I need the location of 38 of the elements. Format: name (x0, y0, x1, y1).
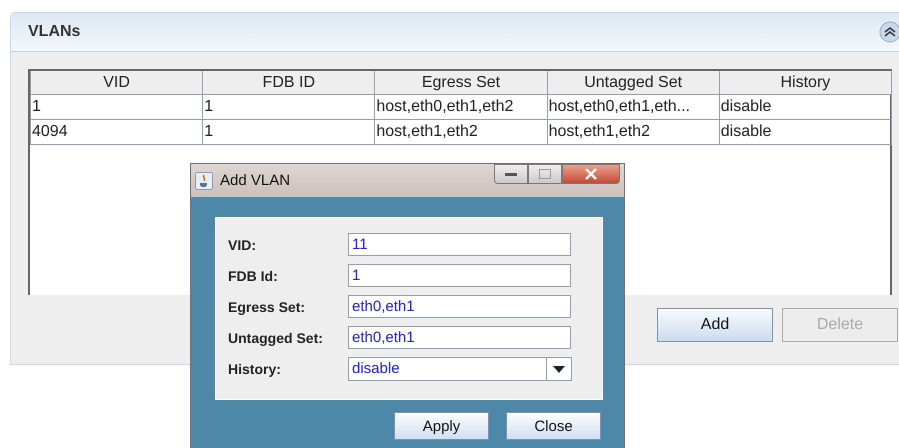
table-cell: 4094 (30, 120, 203, 144)
table-cell: 1 (202, 120, 375, 144)
close-icon (584, 168, 598, 180)
minimize-icon (505, 172, 517, 176)
input-field[interactable]: 1 (348, 264, 571, 287)
add-button[interactable]: Add (657, 308, 773, 342)
column-header[interactable]: History (719, 71, 892, 94)
apply-button[interactable]: Apply (394, 412, 489, 440)
table-cell: 1 (202, 94, 375, 120)
column-header[interactable]: Egress Set (374, 71, 548, 94)
input-field[interactable]: eth0,eth1 (348, 326, 571, 349)
table-cell: disable (719, 94, 892, 120)
field-label: VID: (228, 236, 257, 252)
table-cell: host,eth0,eth1,eth2 (374, 94, 548, 120)
close-dialog-button[interactable]: Close (506, 412, 601, 440)
table-cell: host,eth1,eth2 (547, 120, 720, 144)
history-dropdown[interactable]: disable (348, 357, 572, 381)
input-field[interactable]: eth0,eth1 (348, 295, 571, 318)
cup-icon (195, 172, 213, 190)
field-label: FDB Id: (228, 268, 279, 284)
field-label: Egress Set: (228, 298, 306, 314)
maximize-icon (539, 169, 551, 179)
table-cell: host,eth1,eth2 (374, 120, 548, 144)
column-header[interactable]: VID (30, 71, 203, 94)
column-header[interactable]: FDB ID (202, 71, 375, 94)
table-cell: host,eth0,eth1,eth... (547, 94, 720, 120)
minimize-button[interactable] (494, 164, 528, 184)
panel-title: VLANs (28, 23, 80, 41)
table-cell: disable (719, 120, 892, 144)
table-cell: 1 (30, 94, 203, 120)
close-button[interactable] (562, 164, 620, 184)
input-field[interactable]: 11 (348, 233, 571, 256)
column-header[interactable]: Untagged Set (547, 71, 720, 94)
dialog-title: Add VLAN (220, 172, 292, 189)
field-label: Untagged Set: (228, 330, 324, 346)
field-label: History: (228, 361, 282, 377)
collapse-icon[interactable] (879, 21, 899, 43)
maximize-button[interactable] (528, 164, 562, 184)
